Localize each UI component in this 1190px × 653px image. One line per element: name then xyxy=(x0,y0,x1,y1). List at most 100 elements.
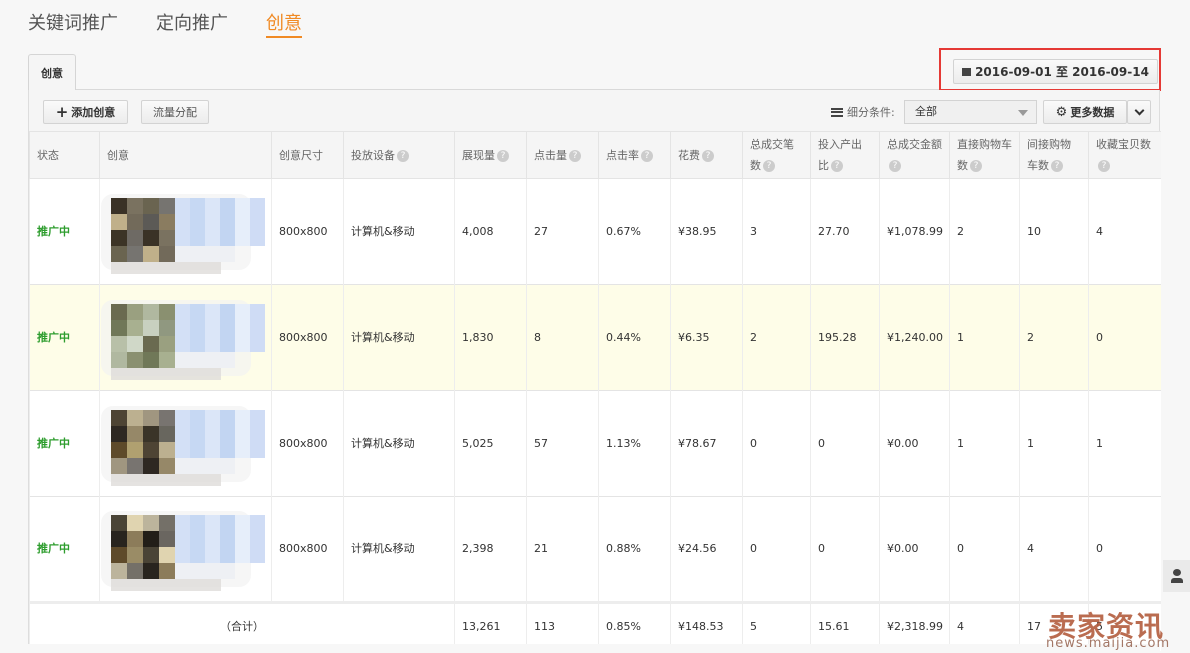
ctr-cell: 0.44% xyxy=(598,284,671,391)
header-orders[interactable]: 总成交笔数? xyxy=(742,131,811,179)
creative-cell xyxy=(99,390,272,497)
header-size: 创意尺寸 xyxy=(271,131,344,179)
creative-thumbnail[interactable] xyxy=(101,404,265,486)
cost-cell: ¥38.95 xyxy=(670,178,743,285)
person-icon xyxy=(1170,569,1183,583)
creative-thumbnail[interactable] xyxy=(101,298,265,380)
status-cell: 推广中 xyxy=(29,496,100,603)
table-row[interactable]: 推广中 800x800 计算机&移动 4,008 27 0.67% ¥38.95 3 27.70… xyxy=(29,178,1161,285)
help-icon[interactable]: ? xyxy=(1051,160,1063,172)
direct-cart-cell: 1 xyxy=(949,284,1020,391)
top-nav-tabs: 关键词推广 定向推广 创意 xyxy=(28,10,302,44)
tab-targeted-promotion[interactable]: 定向推广 xyxy=(156,10,228,44)
impressions-cell: 5,025 xyxy=(454,390,527,497)
filter-label: 细分条件: xyxy=(831,104,895,120)
filter-select-value: 全部 xyxy=(915,105,937,118)
direct-cart-cell: 2 xyxy=(949,178,1020,285)
help-icon[interactable]: ? xyxy=(1098,160,1110,172)
indirect-cart-cell: 4 xyxy=(1019,496,1089,603)
favorites-cell: 0 xyxy=(1088,496,1161,603)
cost-cell: ¥6.35 xyxy=(670,284,743,391)
more-data-dropdown-toggle[interactable] xyxy=(1127,100,1151,124)
tab-keyword-promotion[interactable]: 关键词推广 xyxy=(28,10,118,44)
gmv-cell: ¥1,240.00 xyxy=(879,284,950,391)
gmv-cell: ¥0.00 xyxy=(879,496,950,603)
more-data-label: 更多数据 xyxy=(1070,106,1115,119)
help-icon[interactable]: ? xyxy=(641,149,653,162)
header-favorites[interactable]: 收藏宝贝数? xyxy=(1088,131,1161,179)
indirect-cart-cell: 2 xyxy=(1019,284,1089,391)
orders-cell: 0 xyxy=(742,496,811,603)
status-badge: 推广中 xyxy=(37,436,70,450)
panel-tab-creative[interactable]: 创意 xyxy=(28,54,76,91)
direct-cart-cell: 0 xyxy=(949,496,1020,603)
clicks-cell: 21 xyxy=(526,496,599,603)
status-badge: 推广中 xyxy=(37,224,70,238)
header-roi[interactable]: 投入产出比? xyxy=(810,131,880,179)
help-icon[interactable]: ? xyxy=(569,149,581,162)
help-icon[interactable]: ? xyxy=(970,160,982,172)
table-row[interactable]: 推广中 800x800 计算机&移动 1,830 8 0.44% ¥6.35 2 195.28 ¥… xyxy=(29,284,1161,391)
tab-creative[interactable]: 创意 xyxy=(266,10,302,38)
help-icon[interactable]: ? xyxy=(397,149,409,162)
filter-select[interactable]: 全部 xyxy=(904,100,1037,124)
customer-service-widget[interactable] xyxy=(1163,560,1190,592)
header-indirect-cart[interactable]: 间接购物车数? xyxy=(1019,131,1089,179)
ctr-cell: 0.88% xyxy=(598,496,671,603)
orders-cell: 3 xyxy=(742,178,811,285)
creative-thumbnail[interactable] xyxy=(101,509,265,591)
cost-cell: ¥78.67 xyxy=(670,390,743,497)
filter-label-text: 细分条件: xyxy=(847,106,895,119)
impressions-cell: 1,830 xyxy=(454,284,527,391)
help-icon[interactable]: ? xyxy=(497,149,509,162)
date-range-button[interactable]: 2016-09-01 至 2016-09-14 xyxy=(953,59,1158,84)
watermark-url: news.maijia.com xyxy=(1046,636,1171,651)
creative-panel: + 添加创意 流量分配 细分条件: 全部 ⚙ 更多数据 状态 创意 创意尺寸 投… xyxy=(28,90,1161,653)
add-creative-button[interactable]: + 添加创意 xyxy=(43,100,128,124)
device-cell: 计算机&移动 xyxy=(343,496,455,603)
table-row[interactable]: 推广中 800x800 计算机&移动 2,398 21 0.88% ¥24.56 0 0 ¥0.0… xyxy=(29,496,1161,603)
header-cost[interactable]: 花费? xyxy=(670,131,743,179)
status-badge: 推广中 xyxy=(37,542,70,555)
roi-cell: 0 xyxy=(810,496,880,603)
size-cell: 800x800 xyxy=(271,390,344,497)
creative-cell xyxy=(99,178,272,285)
header-device[interactable]: 投放设备? xyxy=(343,131,455,179)
header-gmv[interactable]: 总成交金额? xyxy=(879,131,950,179)
orders-cell: 2 xyxy=(742,284,811,391)
roi-cell: 27.70 xyxy=(810,178,880,285)
clicks-cell: 57 xyxy=(526,390,599,497)
header-clicks[interactable]: 点击量? xyxy=(526,131,599,179)
orders-cell: 0 xyxy=(742,390,811,497)
favorites-cell: 4 xyxy=(1088,178,1161,285)
favorites-cell: 1 xyxy=(1088,390,1161,497)
help-icon[interactable]: ? xyxy=(763,160,775,172)
table-row[interactable]: 推广中 800x800 计算机&移动 5,025 57 1.13% ¥78.67 0 0 ¥0.0… xyxy=(29,390,1161,497)
size-cell: 800x800 xyxy=(271,284,344,391)
status-badge: 推广中 xyxy=(37,330,70,344)
gear-icon: ⚙ xyxy=(1055,104,1068,120)
help-icon[interactable]: ? xyxy=(889,160,901,172)
caret-down-icon xyxy=(1018,110,1028,116)
more-data-button[interactable]: ⚙ 更多数据 xyxy=(1043,100,1127,124)
direct-cart-cell: 1 xyxy=(949,390,1020,497)
table-header-row: 状态 创意 创意尺寸 投放设备? 展现量? 点击量? 点击率? 花费? 总成交笔… xyxy=(29,131,1161,179)
list-icon xyxy=(831,107,843,117)
creative-thumbnail[interactable] xyxy=(101,192,265,274)
creative-table: 状态 创意 创意尺寸 投放设备? 展现量? 点击量? 点击率? 花费? 总成交笔… xyxy=(29,131,1161,651)
header-ctr[interactable]: 点击率? xyxy=(598,131,671,179)
header-status: 状态 xyxy=(29,131,100,179)
help-icon[interactable]: ? xyxy=(831,160,843,172)
header-direct-cart[interactable]: 直接购物车数? xyxy=(949,131,1020,179)
impressions-cell: 2,398 xyxy=(454,496,527,603)
traffic-allocation-button[interactable]: 流量分配 xyxy=(141,100,209,124)
bottom-toolbar xyxy=(28,644,1160,653)
ctr-cell: 0.67% xyxy=(598,178,671,285)
header-impressions[interactable]: 展现量? xyxy=(454,131,527,179)
creative-cell xyxy=(99,496,272,603)
device-cell: 计算机&移动 xyxy=(343,390,455,497)
help-icon[interactable]: ? xyxy=(702,149,714,162)
status-cell: 推广中 xyxy=(29,390,100,497)
roi-cell: 195.28 xyxy=(810,284,880,391)
clicks-cell: 8 xyxy=(526,284,599,391)
